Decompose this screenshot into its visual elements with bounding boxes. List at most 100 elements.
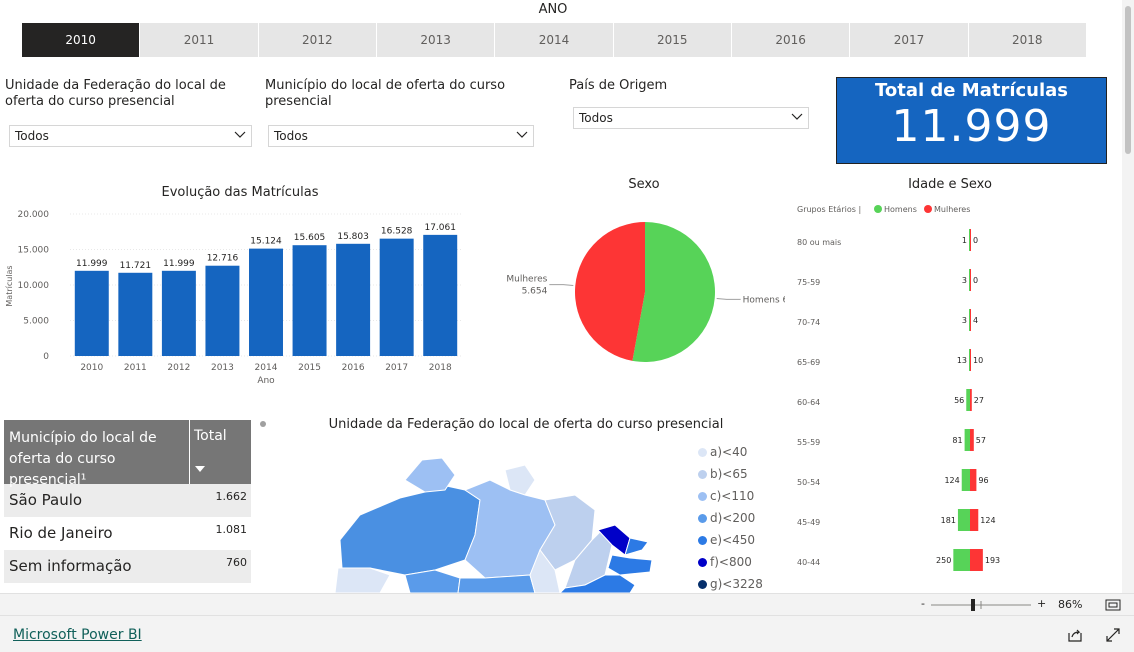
municipio-cell: Rio de Janeiro — [9, 524, 113, 542]
map-state-am — [339, 484, 481, 576]
bar-data-label: 17.061 — [424, 223, 456, 233]
evolucao-bar-chart: 0 5.000 10.000 15.000 20.000 11.999 2010 11.721… — [5, 210, 462, 386]
legend-marker-mulheres — [924, 205, 932, 213]
bar-data-label: 15.803 — [337, 232, 369, 242]
bar-homens-50-54[interactable] — [961, 469, 970, 491]
table-row[interactable]: São Paulo 1.662 — [4, 484, 251, 517]
year-tab-2012[interactable]: 2012 — [258, 23, 376, 57]
year-tab-2015[interactable]: 2015 — [613, 23, 731, 57]
map-legend-item[interactable]: e)<450 — [698, 529, 763, 551]
kpi-title: Total de Matrículas — [874, 80, 1069, 101]
scrollbar-thumb[interactable] — [1125, 6, 1131, 154]
legend-label-mulheres[interactable]: Mulheres — [934, 205, 970, 214]
year-tab-2013[interactable]: 2013 — [376, 23, 495, 57]
homens-value: 56 — [954, 396, 964, 405]
bar-2010[interactable] — [74, 270, 109, 356]
map-legend-item[interactable]: g)<3228 — [698, 573, 763, 593]
legend-dot — [698, 535, 707, 545]
column-header-total[interactable]: Total — [190, 420, 251, 484]
table-row[interactable]: Rio de Janeiro 1.081 — [4, 517, 251, 550]
bar-mulheres-55-59[interactable] — [970, 429, 974, 451]
zoom-in-button[interactable]: + — [1037, 597, 1046, 610]
year-tab-2010[interactable]: 2010 — [22, 23, 140, 57]
share-icon[interactable] — [1067, 628, 1083, 642]
municipio-dropdown[interactable]: Todos — [268, 125, 534, 147]
bar-homens-70-74[interactable] — [969, 309, 970, 331]
year-tab-2016[interactable]: 2016 — [731, 23, 850, 57]
bar-homens-60-64[interactable] — [966, 389, 970, 411]
microsoft-powerbi-link[interactable]: Microsoft Power BI — [13, 627, 142, 643]
table-row[interactable]: Sem informação 760 — [4, 550, 251, 583]
map-legend-item[interactable]: c)<110 — [698, 485, 763, 507]
pais-dropdown[interactable]: Todos — [573, 107, 809, 129]
year-tab-2017[interactable]: 2017 — [850, 23, 968, 57]
bar-homens-80 ou mais[interactable] — [969, 229, 970, 251]
more-options-dot-icon[interactable] — [258, 419, 268, 429]
zoom-slider[interactable] — [928, 597, 1034, 613]
bar-data-label: 11.721 — [120, 261, 152, 271]
pie-slice-mulheres[interactable] — [575, 222, 645, 361]
bar-2011[interactable] — [118, 272, 153, 356]
age-group-label: 80 ou mais — [797, 238, 841, 247]
bar-2017[interactable] — [379, 238, 414, 356]
pie-value-mulheres: 5.654 — [522, 287, 548, 297]
bar-homens-55-59[interactable] — [964, 429, 970, 451]
map-legend-item[interactable]: d)<200 — [698, 507, 763, 529]
legend-marker-homens — [874, 205, 882, 213]
pie-leader-line — [716, 298, 741, 300]
bar-mulheres-50-54[interactable] — [970, 469, 977, 491]
legend-label-homens[interactable]: Homens — [884, 205, 917, 214]
bar-2016[interactable] — [336, 243, 371, 356]
x-tick-label: 2010 — [80, 363, 103, 373]
bar-homens-65-69[interactable] — [969, 349, 970, 371]
column-header-municipio[interactable]: Município do local de oferta do curso pr… — [4, 420, 190, 488]
total-matriculas-card: Total de Matrículas 11.999 — [836, 77, 1107, 164]
homens-value: 1 — [962, 236, 967, 245]
bar-2015[interactable] — [292, 245, 327, 356]
bar-homens-45-49[interactable] — [957, 509, 970, 531]
map-state-rr — [404, 457, 456, 493]
pais-dropdown-value: Todos — [579, 111, 613, 125]
bar-mulheres-60-64[interactable] — [970, 389, 972, 411]
sexo-pie-chart: Homens 6.345 Mulheres 5.654 — [506, 222, 785, 362]
evolucao-chart-title: Evolução das Matrículas — [161, 185, 319, 200]
vertical-scrollbar[interactable] — [1122, 0, 1134, 593]
bar-homens-40-44[interactable] — [953, 549, 970, 571]
uf-dropdown[interactable]: Todos — [9, 125, 252, 147]
bar-2014[interactable] — [249, 248, 283, 356]
map-legend-item[interactable]: f)<800 — [698, 551, 763, 573]
bar-mulheres-75-59[interactable] — [970, 269, 971, 291]
uf-slicer-title: Unidade da Federação do local de oferta … — [5, 78, 226, 109]
uf-dropdown-value: Todos — [15, 129, 49, 143]
mulheres-value: 0 — [973, 276, 978, 285]
idade-sexo-title: Idade e Sexo — [908, 177, 992, 192]
fullscreen-icon[interactable] — [1106, 628, 1120, 642]
zoom-out-button[interactable]: - — [921, 597, 925, 610]
bar-mulheres-80 ou mais[interactable] — [970, 229, 971, 251]
bar-mulheres-70-74[interactable] — [970, 309, 971, 331]
year-tab-2011[interactable]: 2011 — [140, 23, 258, 57]
mulheres-value: 0 — [973, 236, 978, 245]
map-legend-item[interactable]: b)<65 — [698, 463, 763, 485]
x-tick-label: 2011 — [124, 363, 147, 373]
total-cell: 1.662 — [215, 490, 248, 503]
bar-mulheres-65-69[interactable] — [970, 349, 971, 371]
fit-to-page-icon[interactable] — [1105, 599, 1121, 611]
bar-2013[interactable] — [205, 265, 240, 356]
bar-homens-75-59[interactable] — [969, 269, 970, 291]
year-slicer: 2010 2011 2012 2013 2014 2015 2016 2017 2018 — [22, 23, 1086, 57]
chevron-down-icon — [516, 131, 528, 138]
bar-2012[interactable] — [161, 270, 196, 356]
year-tab-2018[interactable]: 2018 — [968, 23, 1086, 57]
x-tick-label: 2018 — [429, 363, 452, 373]
map-legend-item[interactable]: a)<40 — [698, 441, 763, 463]
year-tab-2014[interactable]: 2014 — [495, 23, 613, 57]
legend-label: b)<65 — [710, 467, 748, 481]
brazil-map[interactable] — [330, 450, 670, 593]
bar-2018[interactable] — [423, 234, 458, 356]
legend-dot — [698, 513, 707, 523]
bar-data-label: 12.716 — [207, 254, 239, 264]
bar-mulheres-40-44[interactable] — [970, 549, 983, 571]
bar-mulheres-45-49[interactable] — [970, 509, 979, 531]
legend-title: Grupos Etários | — [797, 205, 861, 214]
